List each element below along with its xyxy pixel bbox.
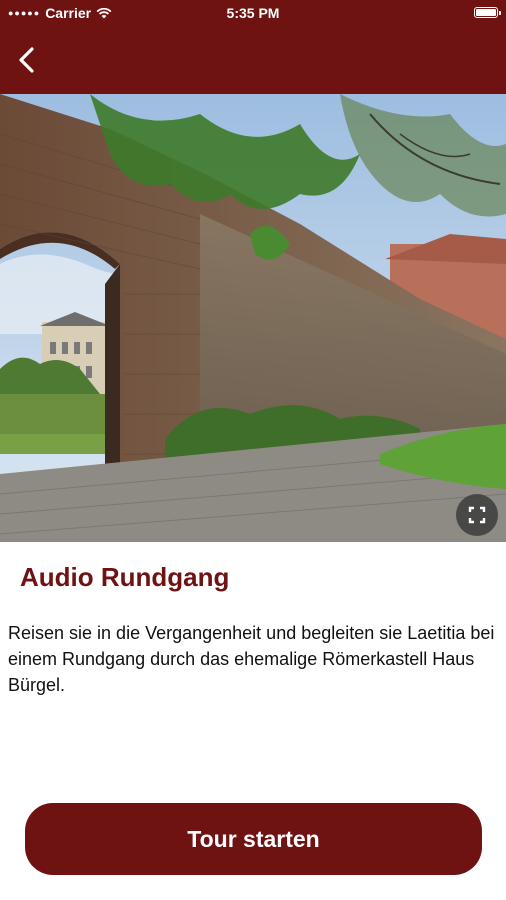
tour-description: Reisen sie in die Vergangenheit und begl… [8,623,495,695]
hero-image [0,94,506,542]
start-tour-button[interactable]: Tour starten [25,803,482,875]
status-bar: ●●●●● Carrier 5:35 PM [0,0,506,26]
roman-fort-wall-photo [0,94,506,542]
battery-icon [474,7,501,18]
page-title: Audio Rundgang [20,562,230,592]
expand-icon [468,506,486,524]
clock: 5:35 PM [226,5,280,21]
navigation-bar [0,26,506,94]
back-button[interactable] [14,44,42,76]
chevron-left-icon [19,47,34,73]
fullscreen-button[interactable] [456,494,498,536]
